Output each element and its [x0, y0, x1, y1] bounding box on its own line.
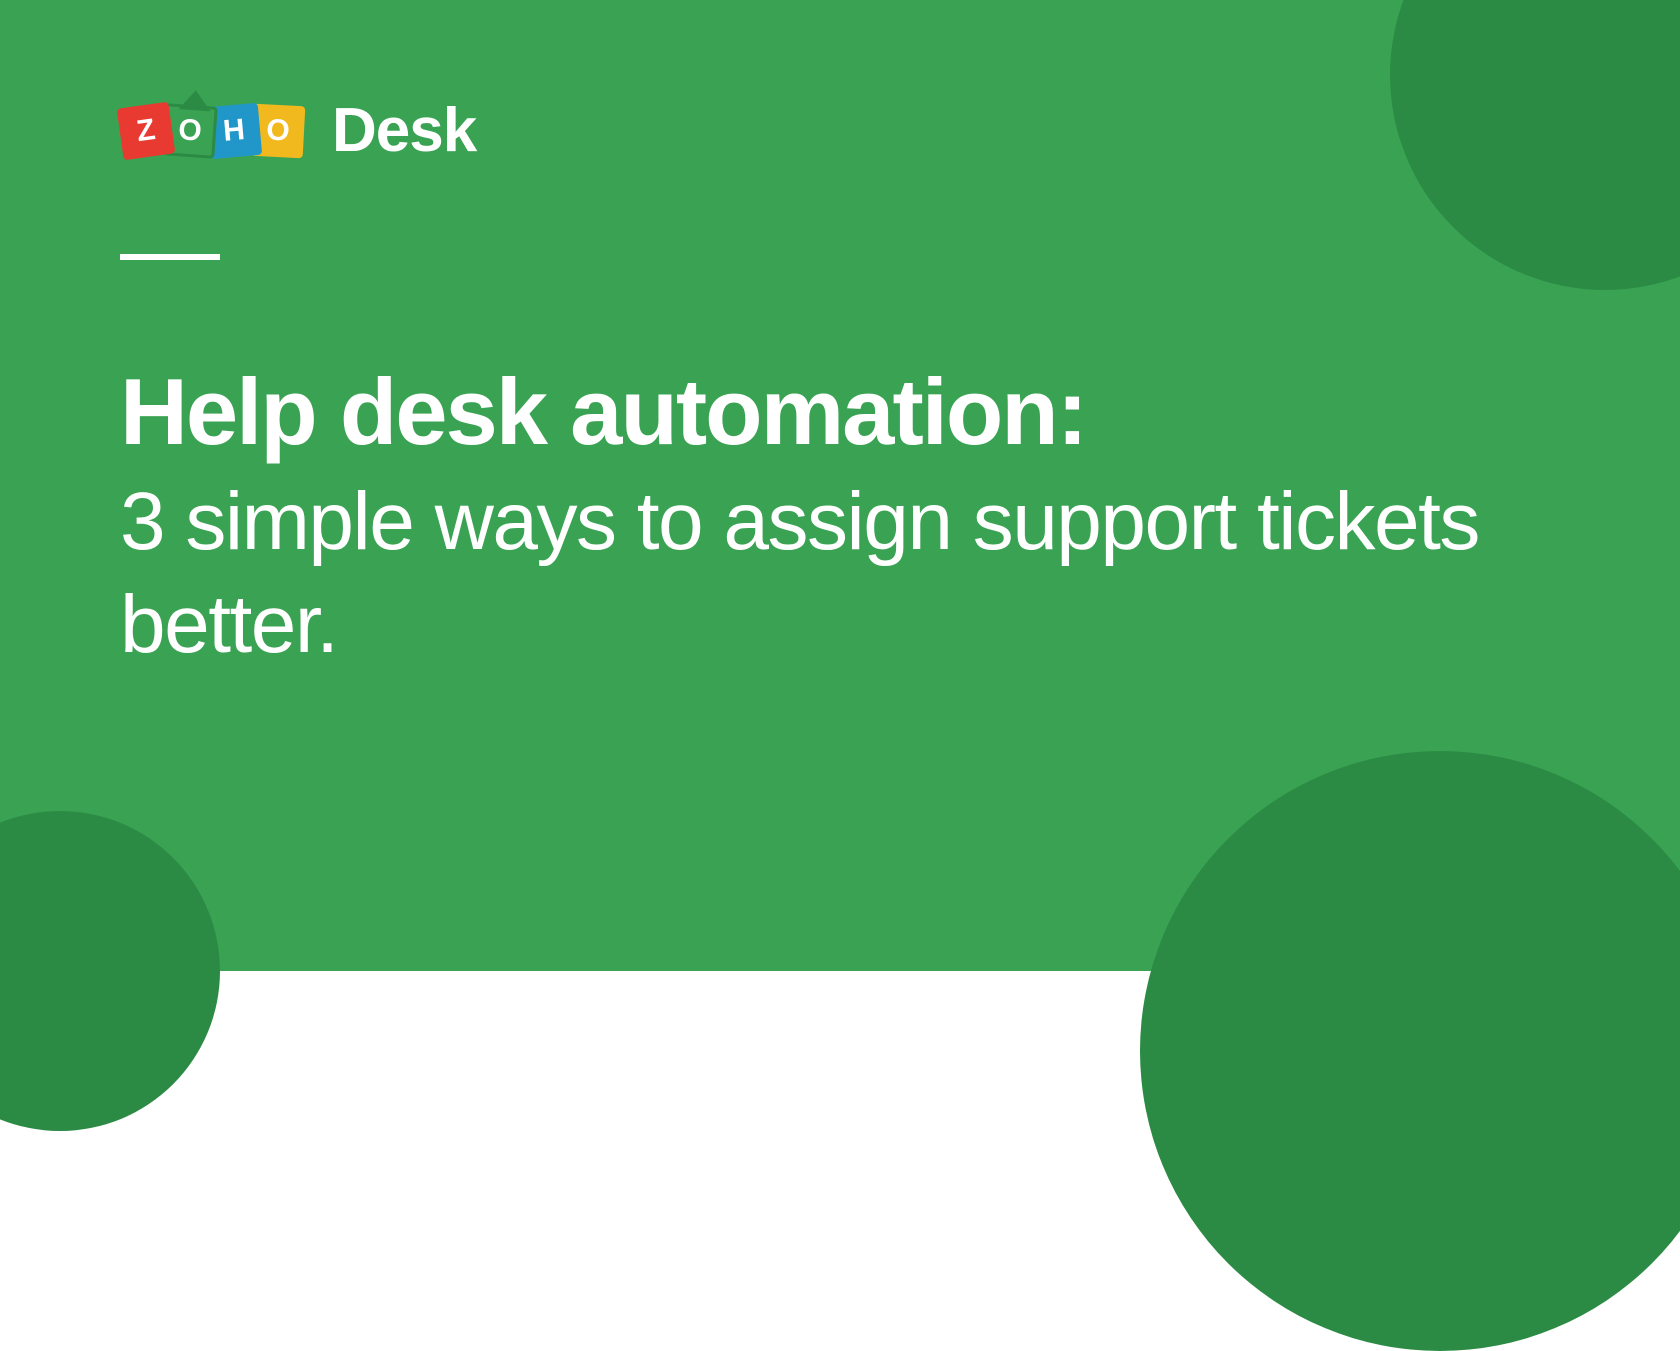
decorative-circle-bottom-right	[1140, 751, 1680, 1351]
zoho-z-block: Z	[117, 101, 176, 160]
headline-section: Help desk automation: 3 simple ways to a…	[120, 360, 1520, 676]
slide-container: Z O H O Desk Help desk automation: 3 sim…	[0, 0, 1680, 971]
zoho-logo-icon: Z O H O	[120, 105, 304, 157]
headline-title: Help desk automation:	[120, 360, 1520, 463]
logo-row: Z O H O Desk	[120, 95, 1560, 166]
product-name: Desk	[332, 95, 476, 166]
headline-subtitle: 3 simple ways to assign support tickets …	[120, 471, 1520, 676]
decorative-circle-bottom-left	[0, 811, 220, 1131]
divider-line	[120, 254, 220, 260]
